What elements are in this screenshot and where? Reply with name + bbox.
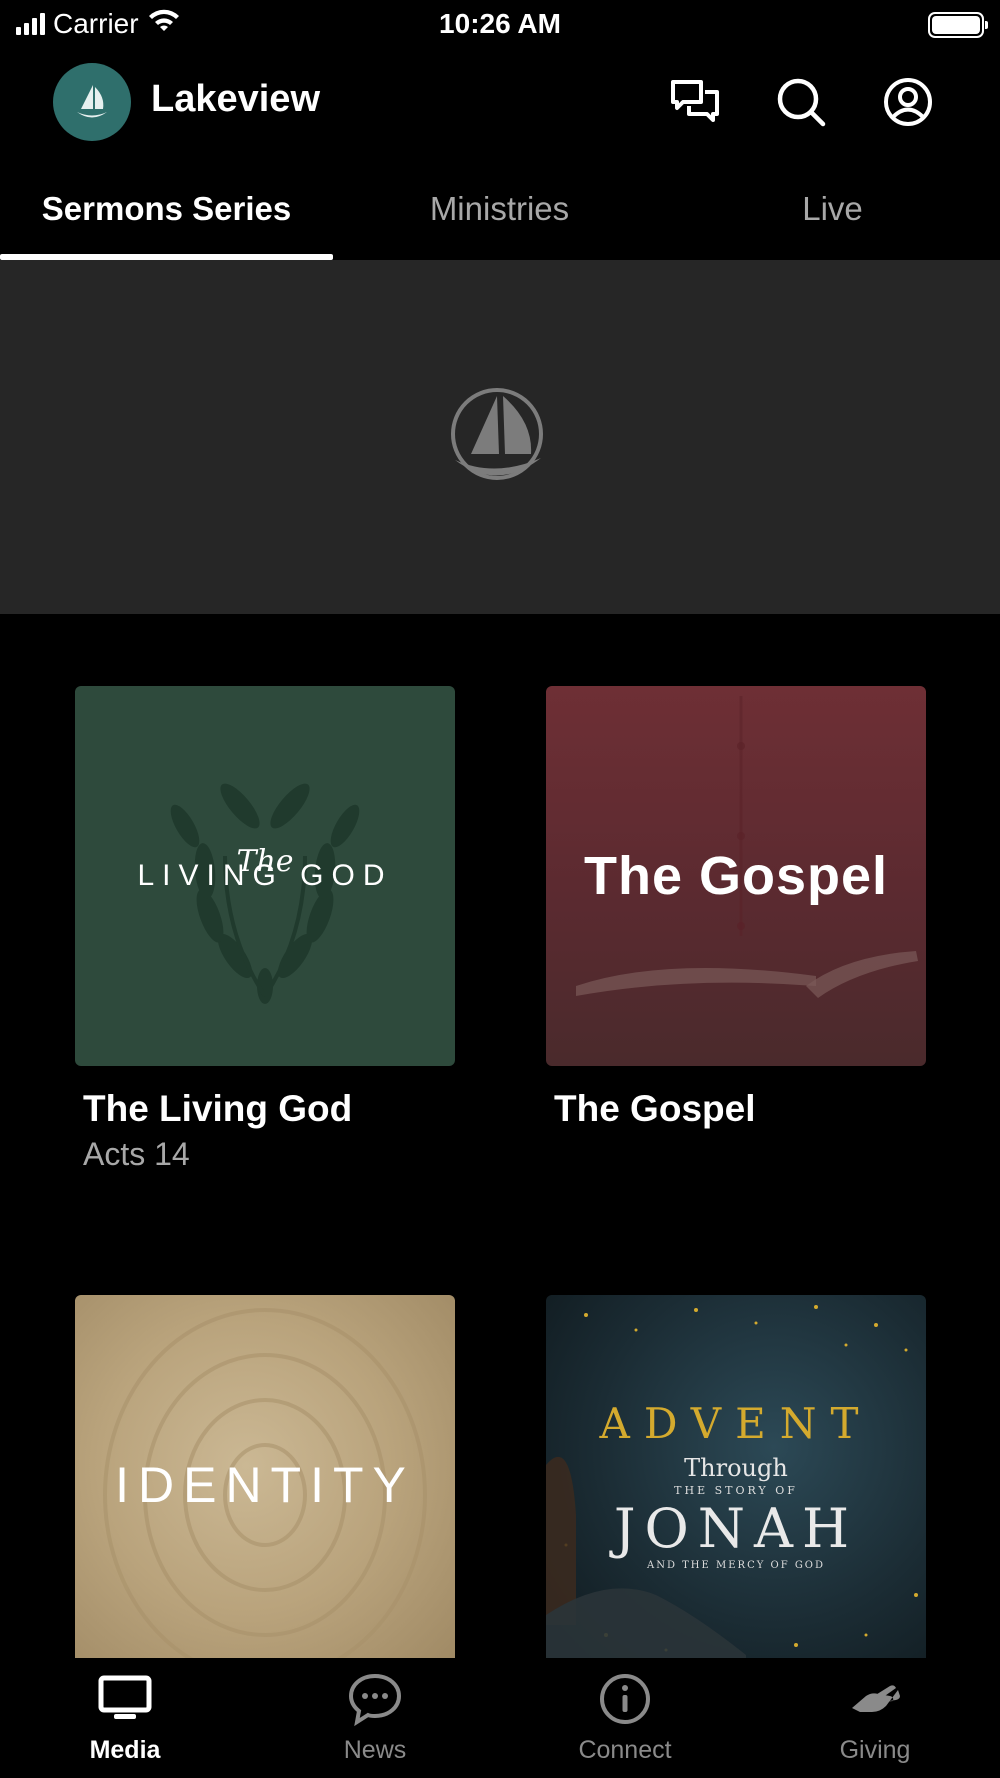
tabbar-label: Connect: [578, 1736, 672, 1764]
app-header: Lakeview: [0, 56, 1000, 148]
hero-banner[interactable]: [0, 260, 1000, 614]
series-artwork[interactable]: The LIVING GOD: [75, 686, 455, 1066]
series-card[interactable]: The Gospel The Gospel: [546, 686, 926, 1136]
sailboat-logo-icon: [77, 85, 107, 118]
tab-label: Ministries: [429, 190, 570, 227]
tab-label: Live: [802, 190, 863, 227]
series-title: The Living God: [83, 1088, 353, 1129]
tabbar-label: News: [343, 1736, 407, 1764]
sailboat-logo-icon: [451, 388, 543, 480]
church-logo-avatar[interactable]: [53, 63, 131, 141]
tab-label: Sermons Series: [41, 190, 292, 227]
bottom-tab-bar: Media News Connect Giving: [0, 1658, 1000, 1778]
series-art-line: Through: [684, 1454, 788, 1482]
series-art-text: LIVING GOD: [137, 859, 393, 892]
chat-icon[interactable]: [669, 76, 721, 128]
battery-icon: [928, 12, 988, 38]
top-tabs: Sermons Series Ministries Live: [0, 160, 1000, 260]
chat-bubble-icon: [348, 1673, 402, 1727]
series-art-text: The Gospel: [583, 846, 889, 906]
series-art-text: IDENTITY: [115, 1457, 415, 1513]
tabbar-item-connect[interactable]: Connect: [500, 1658, 750, 1778]
series-subtitle: Acts 14: [83, 1136, 190, 1172]
status-bar: Carrier 10:26 AM: [0, 0, 1000, 50]
series-title: The Gospel: [554, 1088, 756, 1129]
tv-icon: [98, 1675, 152, 1719]
series-card[interactable]: The LIVING GOD The Living God Acts 14: [75, 686, 455, 1173]
tabbar-item-news[interactable]: News: [250, 1658, 500, 1778]
giving-hand-icon: [852, 1685, 900, 1712]
info-icon: [600, 1674, 650, 1724]
search-icon[interactable]: [775, 76, 827, 128]
app-title: Lakeview: [151, 78, 320, 120]
series-artwork[interactable]: The Gospel: [546, 686, 926, 1066]
tab-ministries[interactable]: Ministries: [333, 160, 666, 260]
series-artwork[interactable]: ADVENT Through THE STORY OF JONAH AND TH…: [546, 1295, 926, 1675]
tab-live[interactable]: Live: [666, 160, 999, 260]
series-art-line: JONAH: [613, 1497, 859, 1560]
series-art-line: THE STORY OF: [674, 1484, 798, 1497]
status-time: 10:26 AM: [439, 8, 561, 39]
tabbar-label: Giving: [839, 1736, 911, 1764]
series-art-line: ADVENT: [599, 1399, 873, 1448]
series-art-line: AND THE MERCY OF GOD: [646, 1560, 826, 1571]
tabbar-label: Media: [89, 1736, 161, 1764]
series-card[interactable]: IDENTITY: [75, 1295, 455, 1675]
account-icon[interactable]: [882, 76, 934, 128]
tabbar-item-giving[interactable]: Giving: [750, 1658, 1000, 1778]
tabbar-item-media[interactable]: Media: [0, 1658, 250, 1778]
tab-sermons-series[interactable]: Sermons Series: [0, 160, 333, 260]
series-card[interactable]: ADVENT Through THE STORY OF JONAH AND TH…: [546, 1295, 926, 1675]
series-artwork[interactable]: IDENTITY: [75, 1295, 455, 1675]
